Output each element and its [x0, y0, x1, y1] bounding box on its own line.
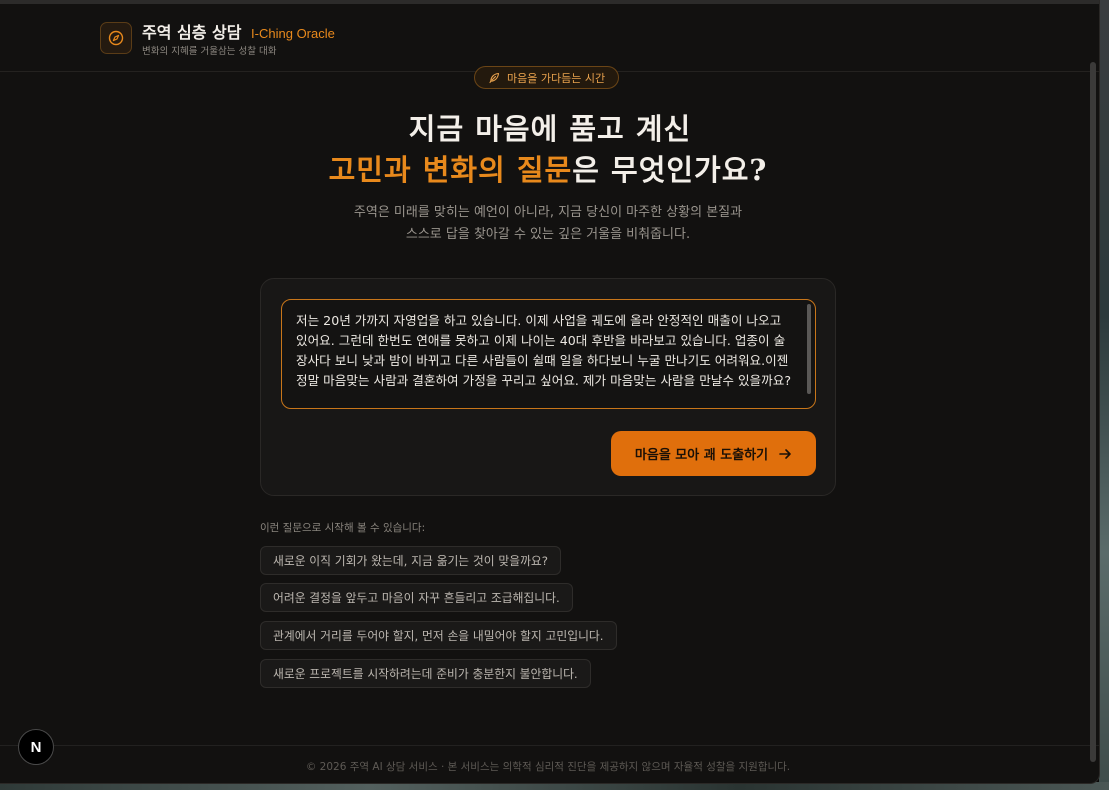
desktop-background-edge: [1099, 0, 1109, 790]
headline-accent: 고민과 변화의 질문: [328, 153, 573, 187]
textarea-scrollbar[interactable]: [807, 304, 811, 394]
arrow-right-icon: [779, 448, 791, 459]
headline-line2: 고민과 변화의 질문은 무엇인가요?: [0, 147, 1096, 189]
lead-text: 주역은 미래를 맞히는 예언이 아니라, 지금 당신이 마주한 상황의 본질과 …: [0, 202, 1096, 246]
question-card: 저는 20년 가까지 자영업을 하고 있습니다. 이제 사업을 궤도에 올라 안…: [260, 278, 836, 496]
app-tagline: 변화의 지혜를 거울삼는 성찰 대화: [142, 46, 277, 57]
question-input[interactable]: 저는 20년 가까지 자영업을 하고 있습니다. 이제 사업을 궤도에 올라 안…: [281, 299, 816, 409]
time-badge-label: 마음을 가다듬는 시간: [507, 71, 606, 85]
time-badge: 마음을 가다듬는 시간: [474, 66, 620, 89]
lead-line2: 스스로 답을 찾아갈 수 있는 깊은 거울을 비춰줍니다.: [405, 227, 691, 242]
suggestion-chip[interactable]: 관계에서 거리를 두어야 할지, 먼저 손을 내밀어야 할지 고민입니다.: [260, 621, 617, 650]
app-subtitle: I-Ching Oracle: [251, 26, 335, 41]
app-header: 주역 심층 상담 I-Ching Oracle 변화의 지혜를 거울삼는 성찰 …: [0, 4, 1099, 72]
dev-tools-badge[interactable]: N: [18, 729, 54, 765]
app-title-text: 주역 심층 상담: [142, 23, 242, 42]
app-title[interactable]: 주역 심층 상담 I-Ching Oracle: [142, 19, 335, 43]
lead-line1: 주역은 미래를 맞히는 예언이 아니라, 지금 당신이 마주한 상황의 본질과: [353, 205, 743, 220]
suggestion-chip[interactable]: 어려운 결정을 앞두고 마음이 자꾸 흔들리고 조급해집니다.: [260, 583, 573, 612]
submit-button-label: 마음을 모아 괘 도출하기: [634, 448, 769, 463]
suggestion-chip[interactable]: 새로운 이직 기회가 왔는데, 지금 옮기는 것이 맞을까요?: [260, 546, 562, 575]
footer-text: © 2026 주역 AI 상담 서비스 · 본 서비스는 의학적 심리적 진단을…: [305, 761, 791, 773]
headline-rest: 은 무엇인가요?: [572, 153, 768, 187]
compass-icon[interactable]: [100, 22, 132, 54]
headline-line1: 지금 마음에 품고 계신: [408, 112, 692, 146]
page-scrollbar[interactable]: [1090, 62, 1096, 762]
browser-window: 주역 심층 상담 I-Ching Oracle 변화의 지혜를 거울삼는 성찰 …: [0, 0, 1100, 784]
question-input-value: 저는 20년 가까지 자영업을 하고 있습니다. 이제 사업을 궤도에 올라 안…: [296, 313, 791, 388]
feather-icon: [489, 72, 500, 83]
suggestion-chip[interactable]: 새로운 프로젝트를 시작하려는데 준비가 충분한지 불안합니다.: [260, 659, 591, 688]
footer-divider: [0, 745, 1099, 746]
submit-button[interactable]: 마음을 모아 괘 도출하기: [611, 431, 816, 476]
suggestions-label: 이런 질문으로 시작해 볼 수 있습니다:: [260, 522, 426, 534]
